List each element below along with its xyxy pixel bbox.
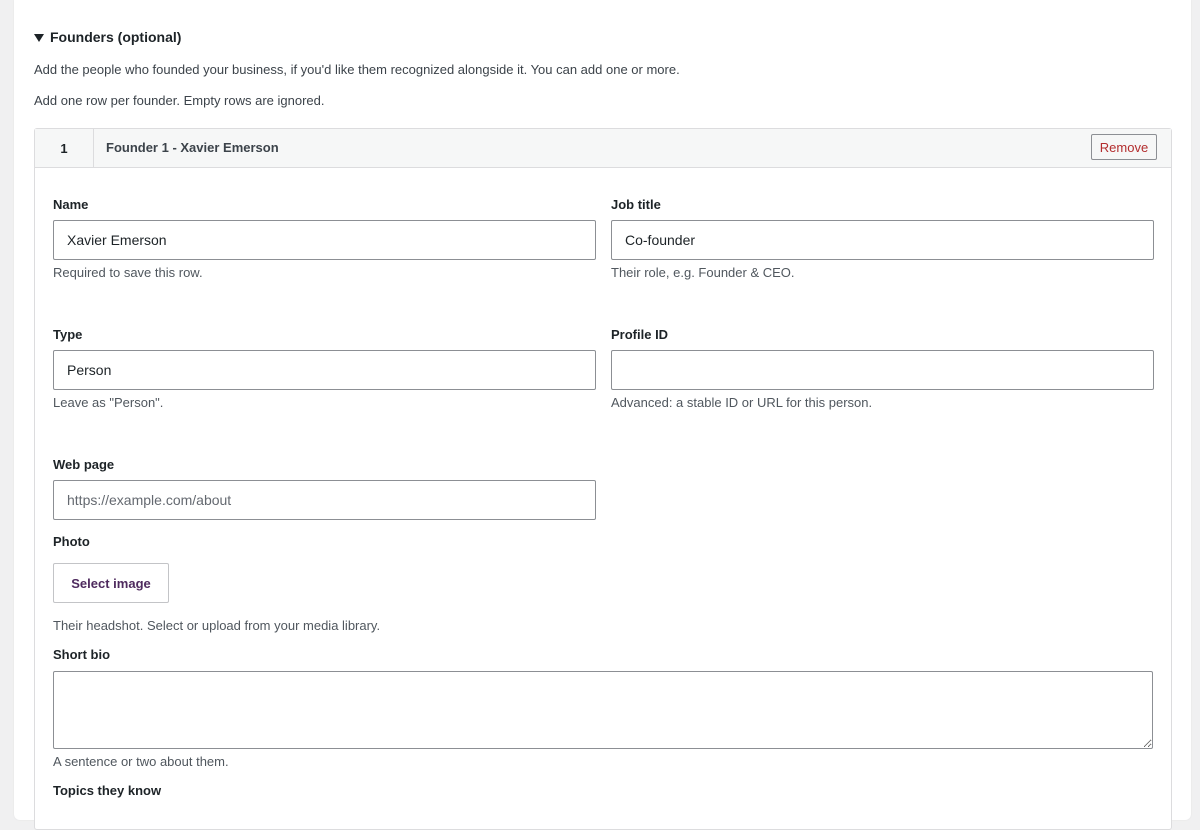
short-bio-label: Short bio bbox=[53, 647, 111, 662]
job-title-help: Their role, e.g. Founder & CEO. bbox=[611, 265, 795, 280]
photo-label: Photo bbox=[53, 534, 90, 549]
row-title: Founder 1 - Xavier Emerson bbox=[106, 140, 279, 155]
name-input[interactable] bbox=[53, 220, 596, 260]
type-help: Leave as "Person". bbox=[53, 395, 164, 410]
profile-id-input[interactable] bbox=[611, 350, 1154, 390]
job-title-label: Job title bbox=[611, 197, 661, 212]
select-image-button[interactable]: Select image bbox=[53, 563, 169, 603]
row-number: 1 bbox=[35, 129, 94, 167]
founder-row-header: 1 Founder 1 - Xavier Emerson Remove bbox=[35, 129, 1171, 168]
web-page-input[interactable] bbox=[53, 480, 596, 520]
name-label: Name bbox=[53, 197, 89, 212]
web-page-label: Web page bbox=[53, 457, 115, 472]
photo-help: Their headshot. Select or upload from yo… bbox=[53, 618, 381, 633]
section-note: Add one row per founder. Empty rows are … bbox=[34, 93, 325, 108]
profile-id-help: Advanced: a stable ID or URL for this pe… bbox=[611, 395, 873, 410]
profile-id-label: Profile ID bbox=[611, 327, 669, 342]
section-title: Founders (optional) bbox=[50, 29, 182, 45]
name-help: Required to save this row. bbox=[53, 265, 203, 280]
short-bio-help: A sentence or two about them. bbox=[53, 754, 229, 769]
type-input[interactable] bbox=[53, 350, 596, 390]
job-title-input[interactable] bbox=[611, 220, 1154, 260]
type-label: Type bbox=[53, 327, 83, 342]
founder-row: 1 Founder 1 - Xavier Emerson Remove Name… bbox=[34, 128, 1172, 830]
section-description: Add the people who founded your business… bbox=[34, 62, 680, 77]
remove-row-button[interactable]: Remove bbox=[1091, 134, 1157, 160]
short-bio-textarea[interactable] bbox=[53, 671, 1153, 749]
disclosure-triangle-icon bbox=[34, 33, 44, 42]
founders-panel: Founders (optional) Add the people who f… bbox=[14, 0, 1191, 830]
founders-section-toggle[interactable]: Founders (optional) bbox=[34, 29, 181, 45]
topics-label: Topics they know bbox=[53, 783, 162, 798]
